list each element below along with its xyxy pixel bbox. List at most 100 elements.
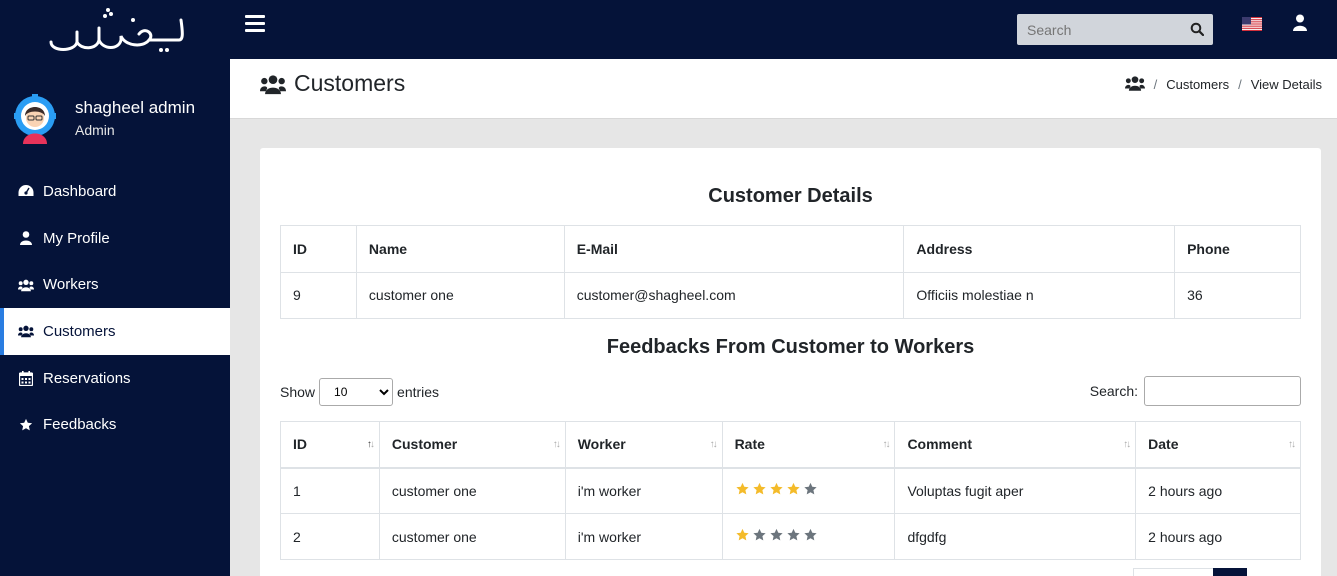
star-icon	[18, 417, 34, 433]
star-empty-icon	[786, 528, 800, 541]
star-filled-icon	[786, 483, 800, 495]
column-header: ID	[280, 225, 357, 273]
table-row: 1 customer one i'm worker Voluptas fugit…	[280, 467, 1301, 514]
cell-phone: 36	[1174, 271, 1301, 319]
page-title: Customers	[260, 70, 405, 97]
search-input[interactable]	[1017, 14, 1177, 45]
user-role: Admin	[75, 122, 115, 138]
sort-icon: ↑↓	[882, 439, 890, 450]
customer-details-table: ID Name E-Mail Address Phone 9 customer …	[280, 225, 1301, 319]
star-empty-icon	[769, 528, 783, 541]
avatar	[14, 94, 56, 144]
page-length-select[interactable]: 10	[319, 378, 394, 406]
column-header-id[interactable]: ID ↑↓	[280, 421, 380, 469]
app-logo[interactable]	[0, 0, 230, 59]
breadcrumb-customers[interactable]: Customers	[1166, 77, 1229, 92]
column-header-rate[interactable]: Rate ↑↓	[721, 421, 896, 469]
star-filled-icon	[752, 483, 766, 495]
column-header: Phone	[1174, 225, 1301, 273]
details-card: Customer Details ID Name E-Mail Address …	[260, 148, 1321, 576]
logo-calligraphy	[49, 7, 184, 52]
table-row: 2 customer one i'm worker dfgdfg 2 hours…	[280, 513, 1301, 560]
pagination	[1133, 568, 1247, 576]
column-header-date[interactable]: Date ↑↓	[1135, 421, 1301, 469]
breadcrumb: / Customers / View Details	[1124, 75, 1322, 94]
cell-rate	[721, 513, 896, 560]
sidebar-item-workers[interactable]: Workers	[0, 261, 230, 308]
customer-details-title: Customer Details	[708, 185, 873, 207]
star-empty-icon	[803, 528, 817, 541]
sidebar-item-my-profile[interactable]: My Profile	[0, 215, 230, 262]
sidebar-item-customers[interactable]: Customers	[0, 308, 230, 355]
column-header: Address	[903, 225, 1176, 273]
column-header-comment[interactable]: Comment ↑↓	[894, 421, 1137, 469]
cell-comment: Voluptas fugit aper	[894, 467, 1137, 514]
feedbacks-table: ID ↑↓ Customer ↑↓ Worker ↑↓ Rate ↑↓ Comment ↑…	[280, 421, 1301, 560]
pagination-current-page[interactable]	[1213, 568, 1247, 576]
cell-date: 2 hours ago	[1135, 513, 1301, 560]
cell-customer: customer one	[378, 467, 566, 514]
cell-comment: dfgdfg	[894, 513, 1137, 560]
breadcrumb-home-icon[interactable]	[1124, 75, 1145, 94]
rating-stars	[735, 482, 818, 496]
rating-stars	[735, 528, 818, 542]
show-label: Show	[280, 384, 316, 400]
account-icon[interactable]	[1293, 14, 1307, 37]
feedbacks-title: Feedbacks From Customer to Workers	[606, 336, 975, 358]
cell-email: customer@shagheel.com	[563, 271, 905, 319]
cell-address: Officiis molestiae n	[903, 271, 1176, 319]
table-controls: Show 10 entries Search:	[280, 376, 1301, 407]
user-panel[interactable]: shagheel admin Admin	[0, 59, 230, 159]
sidebar-item-label: Customers	[43, 322, 116, 340]
cell-name: customer one	[355, 271, 565, 319]
table-row: 9 customer one customer@shagheel.com Off…	[280, 271, 1301, 319]
table-search-input[interactable]	[1144, 376, 1301, 406]
cell-id: 9	[280, 271, 357, 319]
star-filled-icon	[769, 483, 783, 495]
cell-rate	[721, 467, 896, 514]
search-icon[interactable]	[1190, 22, 1205, 41]
cell-worker: i'm worker	[564, 467, 723, 514]
dashboard-icon	[18, 183, 34, 199]
topbar	[230, 0, 1337, 59]
sort-icon: ↑↓	[709, 439, 718, 450]
sidebar-item-label: Reservations	[43, 369, 131, 387]
sidebar-item-dashboard[interactable]: Dashboard	[0, 168, 230, 215]
star-empty-icon	[752, 528, 766, 541]
sidebar-item-label: Workers	[43, 276, 99, 294]
user-name: shagheel admin	[75, 98, 196, 117]
menu-toggle-icon[interactable]	[245, 15, 265, 33]
column-header: Name	[355, 225, 565, 273]
breadcrumb-view-details: View Details	[1250, 77, 1322, 92]
column-header-worker[interactable]: Worker ↑↓	[564, 421, 723, 469]
calendar-icon	[18, 370, 34, 386]
star-filled-icon	[735, 483, 749, 495]
sort-icon: ↑↓	[1123, 439, 1131, 450]
users-icon	[260, 73, 286, 95]
page-title-text: Customers	[294, 70, 406, 96]
sidebar: shagheel admin Admin Dashboard My Profil…	[0, 0, 230, 576]
sidebar-item-label: Dashboard	[43, 182, 117, 200]
entries-label: entries	[397, 384, 440, 400]
sidebar-nav: Dashboard My Profile Workers Customers R…	[0, 168, 230, 448]
page-header: Customers / Customers / View Details	[230, 59, 1337, 119]
column-header-customer[interactable]: Customer ↑↓	[378, 421, 566, 469]
sort-icon: ↑↓	[552, 439, 561, 450]
sidebar-item-feedbacks[interactable]: Feedbacks	[0, 401, 230, 448]
sidebar-item-label: My Profile	[43, 229, 110, 247]
sidebar-item-label: Feedbacks	[43, 416, 117, 434]
page-length-control: Show 10 entries	[280, 377, 439, 407]
table-search: Search:	[1090, 376, 1301, 406]
users-icon	[18, 323, 34, 339]
search-label: Search:	[1089, 383, 1138, 399]
us-flag-icon[interactable]	[1242, 17, 1262, 31]
cell-customer: customer one	[378, 513, 566, 560]
cell-worker: i'm worker	[564, 513, 723, 560]
topbar-search	[1017, 14, 1213, 45]
cell-id: 1	[280, 467, 380, 514]
cell-id: 2	[280, 513, 380, 560]
sort-icon: ↑↓	[366, 439, 375, 450]
cell-date: 2 hours ago	[1135, 467, 1301, 514]
sidebar-item-reservations[interactable]: Reservations	[0, 355, 230, 402]
column-header: E-Mail	[563, 225, 905, 273]
